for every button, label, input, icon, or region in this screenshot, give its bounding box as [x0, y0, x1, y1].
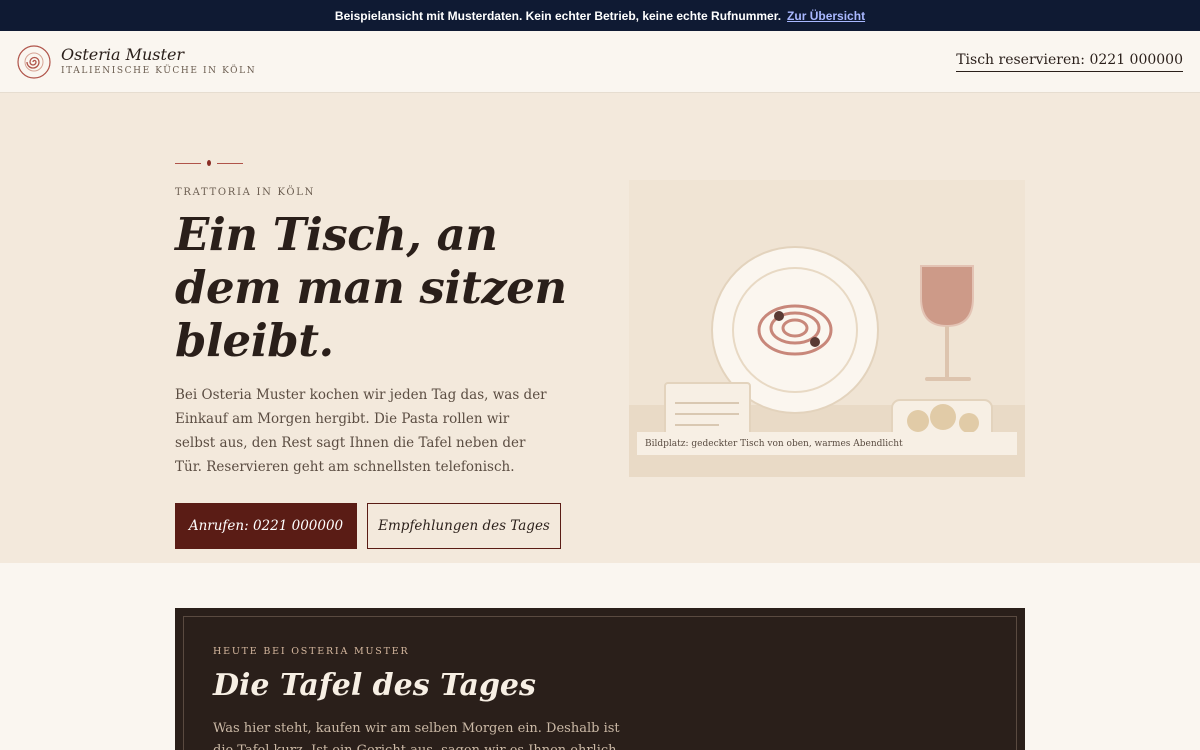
brand[interactable]: Osteria Muster ITALIENISCHE KÜCHE IN KÖL… [17, 44, 257, 79]
recommendations-button[interactable]: Empfehlungen des Tages [367, 503, 561, 549]
spiral-logo-icon [17, 44, 51, 79]
hero-eyebrow: TRATTORIA IN KÖLN [175, 187, 316, 198]
ornament-divider [175, 159, 575, 167]
overview-link[interactable]: Zur Übersicht [787, 9, 865, 23]
hero-headline: Ein Tisch, an dem man sitzen bleibt. [175, 208, 567, 367]
demo-banner-text: Beispielansicht mit Musterdaten. Kein ec… [334, 8, 782, 23]
brand-name: Osteria Muster [61, 45, 185, 64]
hero-actions: Anrufen: 0221 000000 Empfehlungen des Ta… [175, 503, 575, 549]
daily-title: Die Tafel des Tages [213, 668, 536, 703]
call-button[interactable]: Anrufen: 0221 000000 [175, 503, 357, 549]
daily-text: Was hier steht, kaufen wir am selben Mor… [213, 721, 620, 750]
daily-board-card: HEUTE BEI OSTERIA MUSTER Die Tafel des T… [175, 608, 1025, 750]
reserve-phone-link[interactable]: Tisch reservieren: 0221 000000 [956, 52, 1183, 72]
hero-illustration: Bildplatz: gedeckter Tisch von oben, war… [629, 180, 1025, 477]
daily-section: HEUTE BEI OSTERIA MUSTER Die Tafel des T… [0, 563, 1200, 750]
site-header: Osteria Muster ITALIENISCHE KÜCHE IN KÖL… [0, 31, 1200, 93]
daily-eyebrow: HEUTE BEI OSTERIA MUSTER [213, 646, 410, 657]
demo-banner: Beispielansicht mit Musterdaten. Kein ec… [0, 0, 1200, 31]
hero-section: TRATTORIA IN KÖLN Ein Tisch, an dem man … [0, 93, 1200, 563]
image-caption: Bildplatz: gedeckter Tisch von oben, war… [637, 432, 1017, 455]
brand-tagline: ITALIENISCHE KÜCHE IN KÖLN [61, 66, 257, 76]
hero-lead: Bei Osteria Muster kochen wir jeden Tag … [175, 387, 547, 475]
hero-content: TRATTORIA IN KÖLN Ein Tisch, an dem man … [175, 159, 575, 549]
